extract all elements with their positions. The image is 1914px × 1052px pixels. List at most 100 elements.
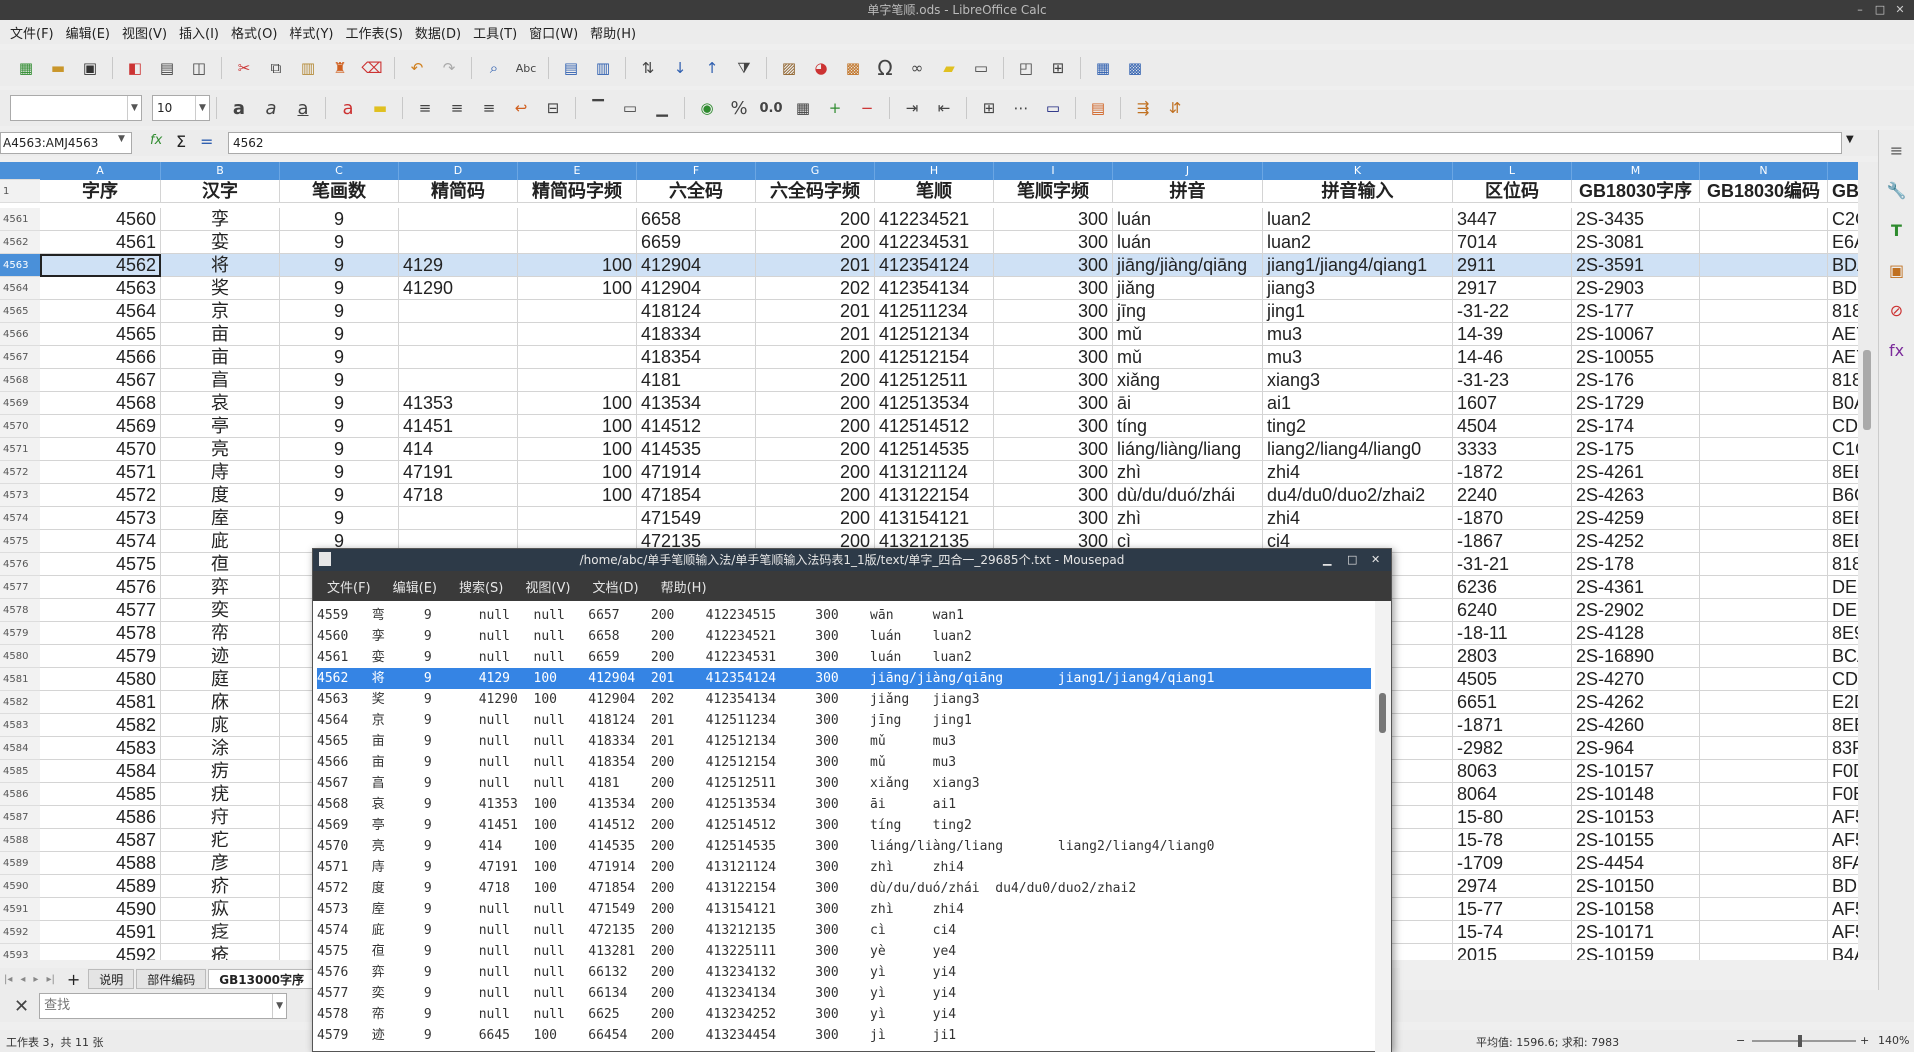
cell[interactable]: 2S-1729 [1572,392,1700,415]
cell[interactable]: 疛 [161,806,280,829]
cell[interactable] [399,323,518,346]
cell[interactable]: 2S-4361 [1572,576,1700,599]
cell[interactable]: 2S-2903 [1572,277,1700,300]
chevron-down-icon[interactable]: ▼ [118,134,125,144]
cell[interactable] [399,300,518,323]
border-style-icon[interactable]: ⋯ [1010,97,1032,119]
merge-center-icon[interactable]: ⊟ [542,97,564,119]
sort-descending-icon[interactable]: ↑ [701,57,723,79]
column-header[interactable]: E [518,162,637,180]
menu-item[interactable]: 视图(V) [116,23,173,42]
row-header[interactable]: 4565 [0,300,40,323]
print-icon[interactable]: ▤ [156,57,178,79]
cell[interactable]: 15-77 [1453,898,1572,921]
cell[interactable]: 4566 [40,346,161,369]
menu-item[interactable]: 工作表(S) [340,23,409,42]
menu-item[interactable]: 样式(Y) [283,23,339,42]
cell[interactable]: luan2 [1263,208,1453,231]
cell[interactable]: 9 [280,208,399,231]
row-header[interactable]: 4584 [0,737,40,760]
menu-item[interactable]: 文件(F) [4,23,60,42]
cell[interactable]: 2S-4262 [1572,691,1700,714]
cell[interactable]: 2803 [1453,645,1572,668]
copy-icon[interactable]: ⧉ [265,57,287,79]
cell[interactable]: mu3 [1263,346,1453,369]
row-header[interactable]: 1 [0,180,40,203]
cell[interactable]: 300 [994,484,1113,507]
text-line[interactable]: 4574 庛 9 null null 472135 200 413212135 … [317,920,1371,941]
column-header[interactable]: A [40,162,161,180]
comment-icon[interactable]: ▰ [938,57,960,79]
row-header[interactable]: 4573 [0,484,40,507]
cell[interactable]: 471854 [637,484,756,507]
cell[interactable]: 2S-175 [1572,438,1700,461]
cell[interactable] [518,507,637,530]
cell[interactable]: 4571 [40,461,161,484]
align-right-icon[interactable]: ≡ [478,97,500,119]
cell[interactable]: 100 [518,392,637,415]
cell[interactable] [1700,875,1828,898]
text-line[interactable]: 4560 孪 9 null null 6658 200 412234521 30… [317,626,1371,647]
column-header[interactable]: B [161,162,280,180]
cell[interactable]: 奕 [161,599,280,622]
cell[interactable]: B4AF [1828,944,1858,960]
text-line[interactable]: 4565 亩 9 null null 418334 201 412512134 … [317,731,1371,752]
row-header[interactable]: 4567 [0,346,40,369]
menu-item[interactable]: 格式(O) [225,23,283,42]
cell[interactable]: ting2 [1263,415,1453,438]
row-header[interactable]: 4581 [0,668,40,691]
menu-item[interactable]: 帮助(H) [584,23,642,42]
font-color-icon[interactable]: a [337,97,359,119]
menu-item[interactable]: 文件(F) [327,577,371,596]
cell[interactable]: 300 [994,346,1113,369]
cell[interactable]: 200 [756,415,875,438]
vertical-scrollbar[interactable] [1858,162,1878,960]
cell[interactable]: 帟 [161,622,280,645]
cell[interactable]: 弈 [161,576,280,599]
cell[interactable]: 201 [756,323,875,346]
cell[interactable]: 41353 [399,392,518,415]
define-print-area-icon[interactable]: ◰ [1015,57,1037,79]
cell[interactable] [1700,829,1828,852]
cell[interactable]: 9 [280,323,399,346]
insert-image-icon[interactable]: ▨ [778,57,800,79]
cell[interactable]: 庣 [161,714,280,737]
cell[interactable]: 1607 [1453,392,1572,415]
row-header[interactable]: 4591 [0,898,40,921]
cell[interactable]: AE72 [1828,346,1858,369]
cell[interactable]: -1872 [1453,461,1572,484]
cell[interactable]: 4581 [40,691,161,714]
cell[interactable]: 2S-4259 [1572,507,1700,530]
cell[interactable] [1700,668,1828,691]
cell[interactable]: jing1 [1263,300,1453,323]
cell[interactable]: 亩 [161,346,280,369]
cell[interactable]: 4590 [40,898,161,921]
cell[interactable]: 4586 [40,806,161,829]
clone-formatting-icon[interactable]: ♜ [329,57,351,79]
cell[interactable]: 413534 [637,392,756,415]
column-header[interactable]: F [637,162,756,180]
cell[interactable]: 2S-10153 [1572,806,1700,829]
cell[interactable]: ai1 [1263,392,1453,415]
align-bottom-icon[interactable]: ▁ [651,97,673,119]
cell[interactable]: 9 [280,231,399,254]
text-line[interactable]: 4567 亯 9 null null 4181 200 412512511 30… [317,773,1371,794]
text-line[interactable]: 4564 京 9 null null 418124 201 412511234 … [317,710,1371,731]
text-line[interactable]: 4563 奖 9 41290 100 412904 202 412354134 … [317,689,1371,710]
cell[interactable]: 亮 [161,438,280,461]
cell[interactable]: -31-21 [1453,553,1572,576]
cell[interactable]: 彦 [161,852,280,875]
row-header[interactable]: 4566 [0,323,40,346]
cell[interactable]: 412514535 [875,438,994,461]
text-line[interactable]: 4569 亭 9 41451 100 414512 200 412514512 … [317,815,1371,836]
cell[interactable]: 2S-10150 [1572,875,1700,898]
column-header[interactable]: L [1453,162,1572,180]
first-sheet-icon[interactable]: |◂ [0,974,16,985]
text-line[interactable]: 4568 哀 9 41353 100 413534 200 412513534 … [317,794,1371,815]
cell[interactable]: 412511234 [875,300,994,323]
cell[interactable]: DEC4 [1828,576,1858,599]
cell[interactable]: 4577 [40,599,161,622]
cell[interactable]: E6AE [1828,231,1858,254]
functions-icon[interactable]: fx [1886,340,1908,362]
cell[interactable]: 庛 [161,530,280,553]
